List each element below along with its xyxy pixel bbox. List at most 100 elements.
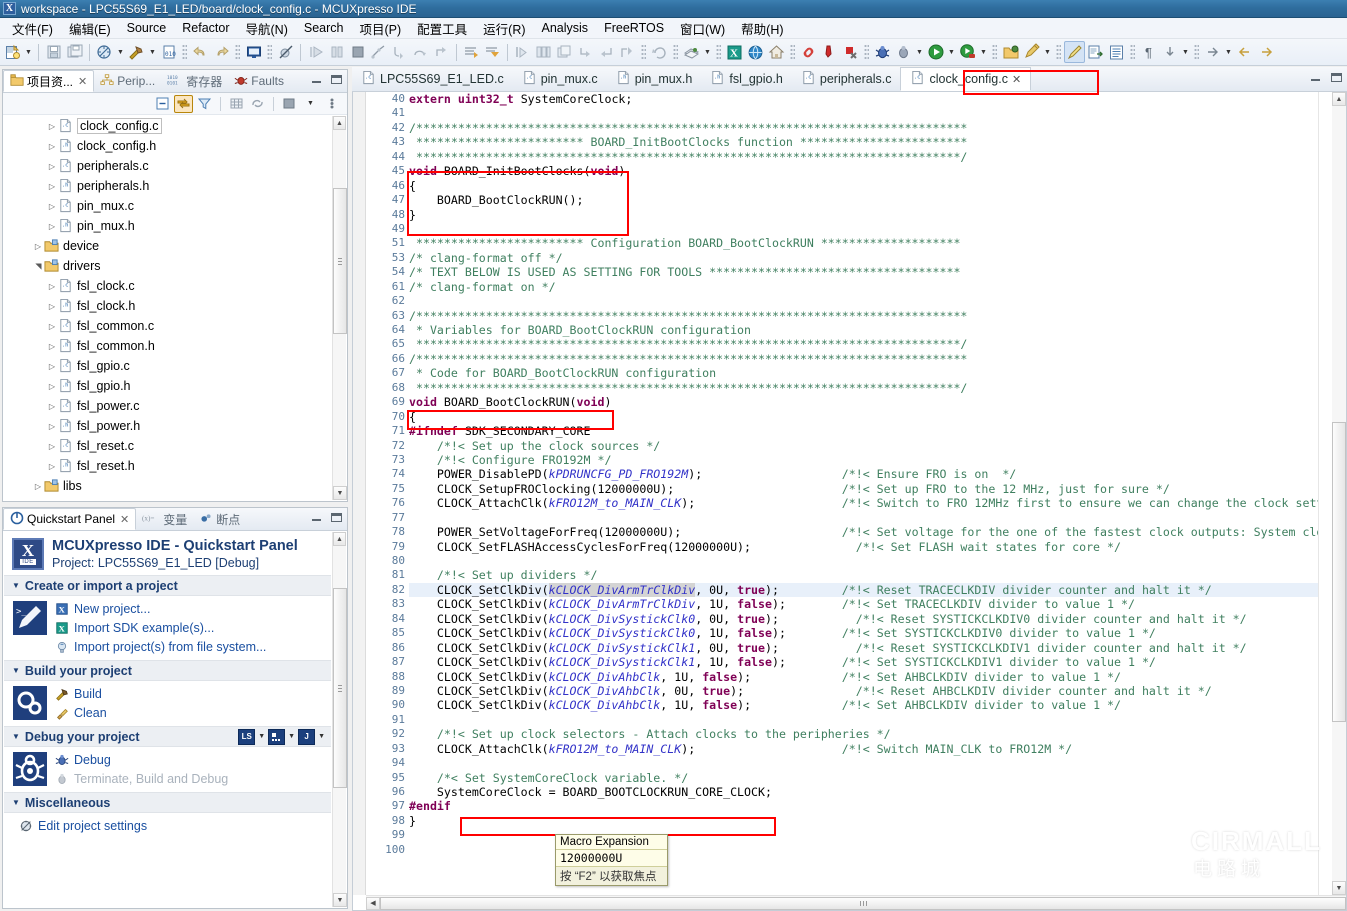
minimize-editor-icon[interactable] xyxy=(1309,71,1322,84)
code-line[interactable]: void BOARD_InitBootClocks(void) xyxy=(409,164,1318,178)
disconnect-icon[interactable] xyxy=(368,41,389,63)
chevron-right-icon[interactable]: ▷ xyxy=(46,142,58,151)
chevron-right-icon[interactable]: ▷ xyxy=(46,462,58,471)
code-line[interactable] xyxy=(409,294,1318,308)
chevron-right-icon[interactable]: ▷ xyxy=(46,202,58,211)
debug-config-dropdown-icon[interactable]: ▼ xyxy=(115,41,126,63)
code-line[interactable]: ****************************************… xyxy=(409,337,1318,351)
build-configurations-icon[interactable] xyxy=(227,95,246,113)
run-icon[interactable] xyxy=(925,41,946,63)
code-line[interactable]: /***************************************… xyxy=(409,352,1318,366)
restart-icon[interactable] xyxy=(649,41,670,63)
save-all-icon[interactable] xyxy=(64,41,85,63)
code-line[interactable]: /* clang-format on */ xyxy=(409,280,1318,294)
menu-item-10[interactable]: FreeRTOS xyxy=(596,19,672,37)
view-menu-icon[interactable] xyxy=(322,95,341,113)
memory-browser-icon[interactable] xyxy=(681,41,702,63)
code-line[interactable]: CLOCK_SetClkDiv(kCLOCK_DivSystickClk0, 0… xyxy=(409,612,1318,626)
code-line[interactable]: CLOCK_SetupFROClocking(12000000U); /*!< … xyxy=(409,482,1318,496)
link-with-editor-icon[interactable] xyxy=(174,94,193,113)
terminate-icon[interactable] xyxy=(347,41,368,63)
run-to-line-icon[interactable] xyxy=(617,41,638,63)
code-line[interactable]: CLOCK_SetClkDiv(kCLOCK_DivAhbClk, 1U, fa… xyxy=(409,670,1318,684)
code-line[interactable]: CLOCK_SetClkDiv(kCLOCK_DivArmTrClkDiv, 1… xyxy=(409,597,1318,611)
editor-tab-1[interactable]: .c pin_mux.c xyxy=(513,67,607,91)
editor-tab-5[interactable]: .c clock_config.c ✕ xyxy=(900,67,1032,91)
chevron-right-icon[interactable]: ▷ xyxy=(46,162,58,171)
quickstart-link[interactable]: Debug xyxy=(54,751,228,769)
pemicro-debug-button[interactable] xyxy=(268,728,286,745)
chevron-down-icon[interactable]: ▼ xyxy=(318,733,325,740)
chevron-down-icon[interactable]: ◢ xyxy=(34,260,43,272)
menu-item-2[interactable]: Source xyxy=(119,19,175,37)
scroll-up-arrow[interactable]: ▲ xyxy=(333,532,346,546)
maximize-editor-icon[interactable] xyxy=(1330,71,1343,84)
chevron-right-icon[interactable]: ▷ xyxy=(32,482,44,491)
code-line[interactable] xyxy=(409,222,1318,236)
minimize-view-icon[interactable] xyxy=(310,73,323,86)
code-line[interactable]: * Variables for BOARD_BootClockRUN confi… xyxy=(409,323,1318,337)
code-line[interactable]: CLOCK_SetClkDiv(kCLOCK_DivAhbClk, 1U, fa… xyxy=(409,698,1318,712)
tree-item[interactable]: ▷ .c pin_mux.c xyxy=(4,196,331,216)
quickstart-scrollbar[interactable]: ▲ ▼ xyxy=(332,532,347,907)
code-line[interactable]: extern uint32_t SystemCoreClock; xyxy=(409,92,1318,106)
editor-overview-ruler[interactable] xyxy=(1318,92,1332,895)
highlight-pen-icon[interactable] xyxy=(1064,41,1085,63)
tree-item[interactable]: ▷ .c clock_config.c xyxy=(4,116,331,136)
previous-annotation-icon[interactable] xyxy=(482,41,503,63)
code-line[interactable]: POWER_SetVoltageForFreq(12000000U); /*!<… xyxy=(409,525,1318,539)
code-line[interactable]: /*< Set SystemCoreClock variable. */ xyxy=(409,771,1318,785)
code-line[interactable] xyxy=(409,106,1318,120)
editor-horizontal-scrollbar[interactable]: ◀ xyxy=(366,895,1346,910)
chevron-down-icon[interactable]: ▼ xyxy=(12,798,20,807)
editor-hscroll-thumb[interactable] xyxy=(380,896,1346,910)
code-line[interactable]: /*!< Set up clock selectors - Attach clo… xyxy=(409,727,1318,741)
tree-item[interactable]: ▷ .h fsl_clock.h xyxy=(4,296,331,316)
tree-item[interactable]: ▷ .c fsl_common.c xyxy=(4,316,331,336)
scroll-down-arrow[interactable]: ▼ xyxy=(333,486,347,500)
editor-tab-2[interactable]: .h pin_mux.h xyxy=(607,67,702,91)
code-line[interactable]: ************************ Configuration B… xyxy=(409,236,1318,250)
linkserver-debug-button[interactable]: LS xyxy=(238,728,256,745)
pencil-dropdown-icon[interactable]: ▼ xyxy=(1042,41,1053,63)
tree-item[interactable]: ▷ .h pin_mux.h xyxy=(4,216,331,236)
new-file-dropdown-icon[interactable]: ▼ xyxy=(23,41,34,63)
scroll-down-arrow[interactable]: ▼ xyxy=(333,893,347,907)
copy-window-icon[interactable] xyxy=(554,41,575,63)
explorer-tab-3[interactable]: Faults xyxy=(228,70,290,92)
explorer-tab-0[interactable]: 项目资... ✕ xyxy=(3,70,95,92)
chevron-down-icon[interactable]: ▼ xyxy=(12,732,20,741)
show-whitespace-icon[interactable] xyxy=(1159,41,1180,63)
next-annotation-icon[interactable] xyxy=(461,41,482,63)
redo-icon[interactable] xyxy=(211,41,232,63)
quickstart-tab-0[interactable]: Quickstart Panel ✕ xyxy=(3,508,137,530)
build-hammer-icon[interactable] xyxy=(126,41,147,63)
code-line[interactable]: /***************************************… xyxy=(409,121,1318,135)
editor-hscroll-left-arrow[interactable]: ◀ xyxy=(366,896,380,910)
menu-item-12[interactable]: 帮助(H) xyxy=(733,17,791,40)
filter-icon[interactable] xyxy=(195,95,214,113)
step-return-icon[interactable] xyxy=(431,41,452,63)
chevron-down-icon[interactable]: ▼ xyxy=(288,733,295,740)
tree-item[interactable]: ▷ libs xyxy=(4,476,331,496)
memory-dropdown-icon[interactable]: ▼ xyxy=(702,41,713,63)
tree-item[interactable]: ▷ .h fsl_gpio.h xyxy=(4,376,331,396)
code-line[interactable]: CLOCK_AttachClk(kFRO12M_to_MAIN_CLK); /*… xyxy=(409,742,1318,756)
forward-icon[interactable] xyxy=(1255,41,1276,63)
save-icon[interactable] xyxy=(43,41,64,63)
step-over-icon[interactable] xyxy=(410,41,431,63)
code-line[interactable]: CLOCK_SetFLASHAccessCyclesForFreq(120000… xyxy=(409,540,1318,554)
menu-item-6[interactable]: 项目(P) xyxy=(351,17,409,40)
quickstart-link[interactable]: X Import SDK example(s)... xyxy=(54,619,266,637)
tree-item[interactable]: ▷ .h fsl_power.h xyxy=(4,416,331,436)
chevron-right-icon[interactable]: ▷ xyxy=(46,282,58,291)
code-line[interactable]: /***************************************… xyxy=(409,309,1318,323)
chevron-right-icon[interactable]: ▷ xyxy=(46,182,58,191)
close-icon[interactable]: ✕ xyxy=(1012,73,1021,86)
chevron-down-icon[interactable]: ▼ xyxy=(12,666,20,675)
new-file-icon[interactable] xyxy=(2,41,23,63)
menu-item-9[interactable]: Analysis xyxy=(534,19,597,37)
quickstart-tab-2[interactable]: 断点 xyxy=(193,508,246,530)
run-external-icon[interactable] xyxy=(957,41,978,63)
quickstart-tab-1[interactable]: (x)= 变量 xyxy=(136,508,193,530)
